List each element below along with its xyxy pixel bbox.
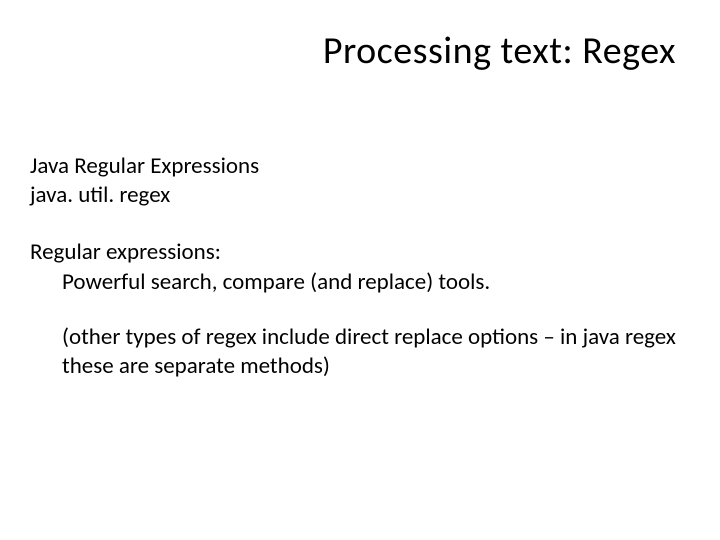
section-java-regex: Java Regular Expressions java. util. reg…	[30, 152, 680, 210]
text-line: Java Regular Expressions	[30, 152, 680, 181]
text-heading: Regular expressions:	[30, 238, 680, 267]
slide-body: Java Regular Expressions java. util. reg…	[0, 74, 720, 381]
text-line: java. util. regex	[30, 181, 680, 210]
text-line: Powerful search, compare (and replace) t…	[30, 268, 680, 297]
slide: Processing text: Regex Java Regular Expr…	[0, 0, 720, 540]
text-paragraph: (other types of regex include direct rep…	[30, 323, 680, 381]
section-regex-description: Regular expressions: Powerful search, co…	[30, 238, 680, 381]
slide-title: Processing text: Regex	[0, 0, 720, 74]
